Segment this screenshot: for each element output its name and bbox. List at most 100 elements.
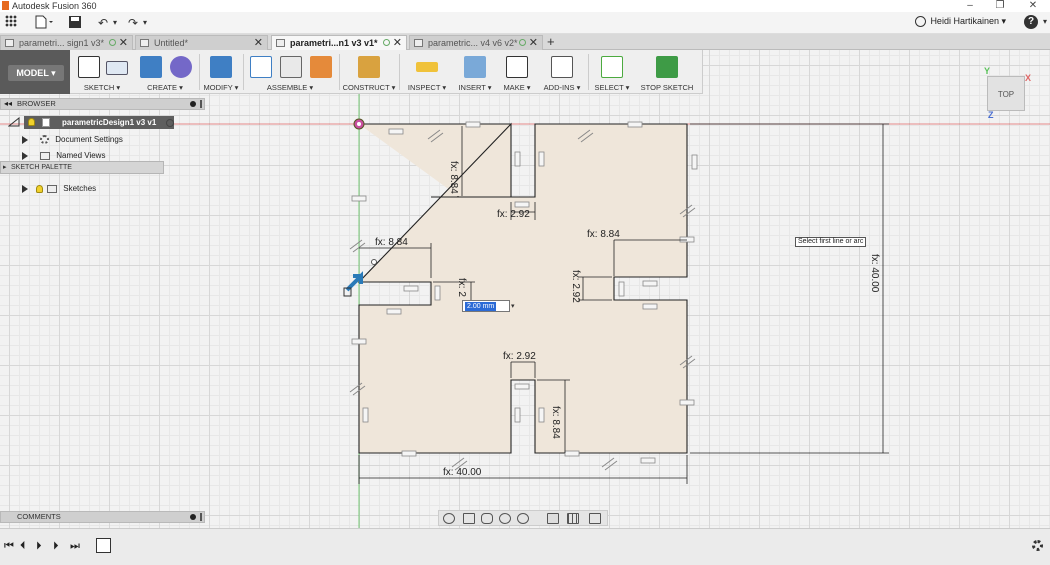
insert-image-icon[interactable] <box>464 56 486 78</box>
as-built-joint-icon[interactable] <box>310 56 332 78</box>
add-ins-group[interactable]: ADD-INS ▾ <box>540 50 584 94</box>
make-menu-label[interactable]: MAKE ▾ <box>498 83 536 92</box>
form-icon[interactable] <box>170 56 192 78</box>
panel-options-icon[interactable] <box>190 101 196 107</box>
command-tooltip: Select first line or arc <box>795 237 867 247</box>
comments-title: COMMENTS <box>17 512 61 521</box>
rectangle-icon[interactable] <box>106 61 128 75</box>
make-group[interactable]: MAKE ▾ <box>498 50 536 94</box>
pin-icon[interactable] <box>200 513 202 521</box>
insert-menu-label[interactable]: INSERT ▾ <box>456 83 494 92</box>
3d-print-icon[interactable] <box>506 56 528 78</box>
dimension-label[interactable]: fx: 8.84 <box>375 237 408 248</box>
stop-sketch-label[interactable]: STOP SKETCH <box>638 83 696 92</box>
dimension-label[interactable]: fx: 2 <box>456 278 467 297</box>
expand-icon[interactable] <box>22 184 28 193</box>
comments-panel[interactable]: COMMENTS <box>0 511 205 523</box>
dimension-label[interactable]: fx: 8.84 <box>550 406 561 439</box>
dimension-label[interactable]: fx: 2.92 <box>503 351 536 362</box>
folder-icon <box>47 184 57 193</box>
timeline-settings-gear-icon[interactable] <box>1032 540 1043 551</box>
collapse-triangle-icon[interactable] <box>8 117 20 127</box>
zoom-icon[interactable] <box>499 513 511 524</box>
step-back-button[interactable]: ⏴ <box>20 540 26 553</box>
look-at-icon[interactable] <box>463 513 475 524</box>
stop-sketch-icon[interactable] <box>656 56 678 78</box>
orbit-icon[interactable] <box>443 513 455 524</box>
browser-root-node[interactable]: parametricDesign1 v3 v1 <box>24 116 174 129</box>
new-component-icon[interactable] <box>250 56 272 78</box>
grid-settings-icon[interactable] <box>567 513 579 524</box>
fit-zoom-icon[interactable] <box>517 513 529 524</box>
dimension-label[interactable]: fx: 2.92 <box>570 270 581 303</box>
joint-icon[interactable] <box>280 56 302 78</box>
expand-icon[interactable] <box>22 151 28 160</box>
viewcube[interactable]: TOP <box>987 76 1025 111</box>
dimension-value-input[interactable]: 2.00 mm <box>462 300 510 312</box>
sketch-palette-header[interactable]: ▸ SKETCH PALETTE <box>0 161 164 174</box>
stop-sketch-group[interactable]: STOP SKETCH <box>638 50 696 94</box>
sketch-point[interactable] <box>371 259 377 265</box>
create-menu-label[interactable]: CREATE ▾ <box>134 83 196 92</box>
y-axis-label: Y <box>984 66 991 76</box>
timeline-sketch-feature-icon[interactable] <box>96 538 111 553</box>
item-label: Document Settings <box>55 135 123 144</box>
dimension-label[interactable]: fx: 2.92 <box>497 209 530 220</box>
dimension-label[interactable]: fx: 8.84 <box>448 161 459 194</box>
inspect-group[interactable]: INSPECT ▾ <box>402 50 452 94</box>
assemble-group[interactable]: ASSEMBLE ▾ <box>246 50 334 94</box>
display-settings-icon[interactable] <box>547 513 559 524</box>
assemble-menu-label[interactable]: ASSEMBLE ▾ <box>246 83 334 92</box>
browser-item-document-settings[interactable]: Document Settings <box>22 133 123 146</box>
workspace-switcher[interactable]: MODEL ▾ <box>0 50 70 94</box>
collapse-icon[interactable]: ◂◂ <box>4 99 12 109</box>
expand-arrow-icon[interactable]: ▸ <box>3 162 7 173</box>
browser-panel: ◂◂ BROWSER parametricDesign1 v3 v1 Docum… <box>0 98 205 194</box>
modify-group[interactable]: MODIFY ▾ <box>202 50 240 94</box>
press-pull-icon[interactable] <box>210 56 232 78</box>
dimension-label[interactable]: fx: 8.84 <box>587 229 620 240</box>
select-group[interactable]: SELECT ▾ <box>591 50 633 94</box>
sketch-palette-title: SKETCH PALETTE <box>11 164 72 171</box>
expression-dropdown-caret[interactable]: ▾ <box>511 302 515 310</box>
viewcube-face-label[interactable]: TOP <box>998 90 1014 99</box>
insert-group[interactable]: INSERT ▾ <box>456 50 494 94</box>
activate-radio-icon[interactable] <box>166 119 174 127</box>
step-forward-button[interactable]: ⏵ <box>53 540 59 553</box>
create-sketch-icon[interactable] <box>78 56 100 78</box>
dimension-label[interactable]: fx: 40.00 <box>869 254 880 293</box>
sketch-group[interactable]: SKETCH ▾ <box>74 50 130 94</box>
browser-header[interactable]: ◂◂ BROWSER <box>0 98 205 110</box>
pan-hand-icon[interactable] <box>481 513 493 524</box>
dimension-input-value[interactable]: 2.00 mm <box>465 302 497 311</box>
inspect-menu-label[interactable]: INSPECT ▾ <box>402 83 452 92</box>
expand-icon[interactable] <box>22 135 28 144</box>
offset-plane-icon[interactable] <box>358 56 380 78</box>
viewports-icon[interactable] <box>589 513 601 524</box>
toolbar-separator <box>339 54 340 90</box>
scripts-icon[interactable] <box>551 56 573 78</box>
select-menu-label[interactable]: SELECT ▾ <box>591 83 633 92</box>
item-label: Named Views <box>56 151 106 160</box>
select-icon[interactable] <box>601 56 623 78</box>
construct-menu-label[interactable]: CONSTRUCT ▾ <box>342 83 396 92</box>
go-to-end-button[interactable]: ⏭ <box>70 540 80 553</box>
measure-icon[interactable] <box>416 62 438 72</box>
visibility-bulb-icon[interactable] <box>28 118 35 126</box>
play-button[interactable]: ⏵ <box>36 540 42 553</box>
sketch-menu-label[interactable]: SKETCH ▾ <box>74 83 130 92</box>
workspace-label[interactable]: MODEL ▾ <box>8 65 64 81</box>
modify-menu-label[interactable]: MODIFY ▾ <box>202 83 240 92</box>
pin-icon[interactable] <box>200 100 202 108</box>
gear-icon <box>40 135 49 145</box>
add-ins-menu-label[interactable]: ADD-INS ▾ <box>540 83 584 92</box>
timeline-bar: ⏮ ⏴ ⏵ ⏵ ⏭ <box>0 528 1050 565</box>
construct-group[interactable]: CONSTRUCT ▾ <box>342 50 396 94</box>
go-to-start-button[interactable]: ⏮ <box>4 540 14 553</box>
create-group[interactable]: CREATE ▾ <box>134 50 196 94</box>
visibility-bulb-icon[interactable] <box>36 184 43 193</box>
browser-item-sketches[interactable]: Sketches <box>22 182 96 195</box>
dimension-label[interactable]: fx: 40.00 <box>443 467 482 478</box>
extrude-icon[interactable] <box>140 56 162 78</box>
panel-options-icon[interactable] <box>190 514 196 520</box>
